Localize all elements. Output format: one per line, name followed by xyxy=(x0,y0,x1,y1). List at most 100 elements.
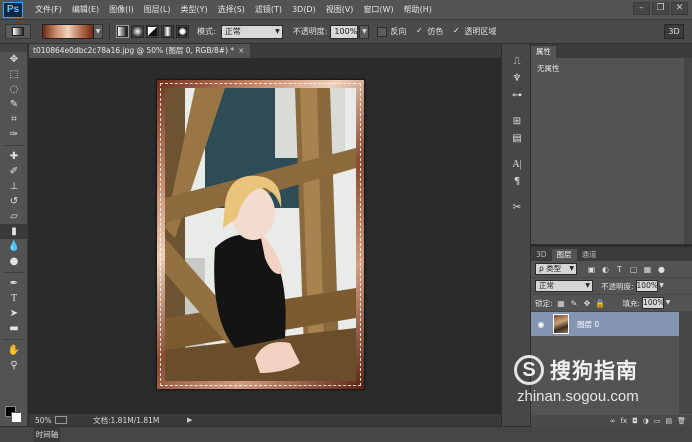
menu-select[interactable]: 选择(S) xyxy=(213,0,250,19)
layer-opacity-input[interactable]: 100% xyxy=(635,280,658,292)
layer-row[interactable]: ◉ 图层 0 xyxy=(531,312,679,336)
crop-tool-icon[interactable]: ⌗ xyxy=(0,112,28,127)
radial-gradient-button[interactable] xyxy=(131,25,144,38)
zoom-level[interactable]: 50% xyxy=(29,416,55,425)
document-status-icon[interactable] xyxy=(55,416,67,424)
type-tool-icon[interactable]: T xyxy=(0,291,28,306)
minimize-button[interactable]: – xyxy=(633,2,650,15)
timeline-tab[interactable]: 时间轴 xyxy=(34,427,60,442)
properties-scrollbar[interactable] xyxy=(684,58,692,244)
marquee-tool-icon[interactable]: ⬚ xyxy=(0,67,28,82)
clone-source-icon[interactable]: ⊞ xyxy=(502,113,532,130)
eyedropper-tool-icon[interactable]: ✑ xyxy=(0,127,28,142)
filter-toggle-icon[interactable]: ● xyxy=(657,265,666,274)
gradient-dropdown-arrow[interactable]: ▼ xyxy=(94,24,103,39)
fill-input[interactable]: 100% xyxy=(642,297,665,309)
menu-help[interactable]: 帮助(H) xyxy=(399,0,437,19)
history-panel-icon[interactable]: ⎍ xyxy=(502,53,532,70)
mode-select[interactable]: 正常 ▼ xyxy=(220,24,283,39)
panel-icon-strip: ⎍ ♆ ⊶ ⊞ ▤ A| ¶ ✂ xyxy=(501,44,531,426)
toolbox-grip[interactable] xyxy=(0,44,27,52)
clone-stamp-tool-icon[interactable]: ⊥ xyxy=(0,179,28,194)
close-button[interactable]: ✕ xyxy=(671,2,688,15)
character-panel-icon[interactable]: A| xyxy=(502,156,532,173)
filter-adjustment-icon[interactable]: ◐ xyxy=(601,265,610,274)
tools-settings-icon[interactable]: ✂ xyxy=(502,199,532,216)
opacity-input[interactable]: 100% xyxy=(330,24,359,39)
fill-arrow-icon[interactable]: ▼ xyxy=(664,297,672,309)
new-layer-icon[interactable]: ▤ xyxy=(665,417,672,425)
3d-mode-button[interactable]: 3D xyxy=(664,24,684,39)
dodge-tool-icon[interactable]: ● xyxy=(0,254,28,269)
menu-file[interactable]: 文件(F) xyxy=(30,0,67,19)
adjustment-layer-icon[interactable]: ◑ xyxy=(643,417,649,425)
brush-tool-icon[interactable]: ✐ xyxy=(0,164,28,179)
tool-preset-picker[interactable] xyxy=(5,24,31,39)
close-icon[interactable]: × xyxy=(238,46,244,55)
lock-all-icon[interactable]: 🔒 xyxy=(595,299,605,308)
shape-tool-icon[interactable]: ▬ xyxy=(0,321,28,336)
menu-type[interactable]: 类型(Y) xyxy=(175,0,212,19)
menu-3d[interactable]: 3D(D) xyxy=(287,0,321,19)
blend-mode-select[interactable]: 正常 ▼ xyxy=(535,280,593,292)
zoom-tool-icon[interactable]: ⚲ xyxy=(0,358,28,373)
layer-name[interactable]: 图层 0 xyxy=(577,319,599,330)
lock-image-icon[interactable]: ✎ xyxy=(570,299,579,308)
opacity-arrow-icon[interactable]: ▼ xyxy=(658,280,666,292)
eraser-tool-icon[interactable]: ▱ xyxy=(0,209,28,224)
menu-filter[interactable]: 滤镜(T) xyxy=(250,0,287,19)
canvas-area[interactable] xyxy=(29,58,501,413)
add-mask-icon[interactable]: ◘ xyxy=(632,417,638,425)
lock-transparent-icon[interactable]: ▦ xyxy=(557,299,566,308)
angle-gradient-button[interactable] xyxy=(146,25,159,38)
quick-select-tool-icon[interactable]: ✎ xyxy=(0,97,28,112)
menu-image[interactable]: 图像(I) xyxy=(104,0,139,19)
gradient-tool-icon[interactable]: ▮ xyxy=(0,224,28,239)
transparency-checkbox[interactable]: ✓ xyxy=(451,26,461,37)
document-tab[interactable]: t010864e0dbc2c78a16.jpg @ 50% (图层 0, RGB… xyxy=(29,44,251,58)
filter-pixel-icon[interactable]: ▣ xyxy=(587,265,596,274)
filter-shape-icon[interactable]: ▢ xyxy=(629,265,638,274)
status-menu-arrow-icon[interactable]: ▶ xyxy=(187,416,192,424)
tab-3d[interactable]: 3D xyxy=(531,249,552,261)
pen-tool-icon[interactable]: ✒ xyxy=(0,276,28,291)
layers-scrollbar[interactable] xyxy=(679,312,692,414)
move-tool-icon[interactable]: ✥ xyxy=(0,52,28,67)
hand-tool-icon[interactable]: ✋ xyxy=(0,343,28,358)
tab-channels[interactable]: 通道 xyxy=(577,249,602,261)
reflected-gradient-button[interactable] xyxy=(161,25,174,38)
diamond-gradient-button[interactable] xyxy=(176,25,189,38)
menu-view[interactable]: 视图(V) xyxy=(321,0,359,19)
dither-checkbox[interactable]: ✓ xyxy=(414,26,424,37)
lock-position-icon[interactable]: ✥ xyxy=(583,299,592,308)
adjustments-icon[interactable]: ⊶ xyxy=(502,87,532,104)
brush-presets-icon[interactable]: ♆ xyxy=(502,70,532,87)
new-group-icon[interactable]: ▭ xyxy=(654,417,661,425)
filter-smart-icon[interactable]: ▦ xyxy=(643,265,652,274)
blur-tool-icon[interactable]: 💧 xyxy=(0,239,28,254)
gradient-frame[interactable] xyxy=(156,79,365,390)
layer-style-icon[interactable]: fx xyxy=(621,417,628,425)
menu-window[interactable]: 窗口(W) xyxy=(358,0,398,19)
menu-edit[interactable]: 编辑(E) xyxy=(67,0,104,19)
tab-properties[interactable]: 属性 xyxy=(531,46,556,58)
link-layers-icon[interactable]: ∞ xyxy=(610,417,616,425)
history-brush-tool-icon[interactable]: ↺ xyxy=(0,194,28,209)
tab-layers[interactable]: 图层 xyxy=(551,249,577,261)
actions-icon[interactable]: ▤ xyxy=(502,130,532,147)
menu-layer[interactable]: 图层(L) xyxy=(139,0,176,19)
reverse-checkbox[interactable] xyxy=(377,26,388,37)
paragraph-panel-icon[interactable]: ¶ xyxy=(502,173,532,190)
path-selection-tool-icon[interactable]: ➤ xyxy=(0,306,28,321)
filter-type-icon[interactable]: T xyxy=(615,265,624,274)
layer-filter-select[interactable]: ρ 类型 ▼ xyxy=(535,263,577,275)
restore-button[interactable]: ❐ xyxy=(652,2,669,15)
lasso-tool-icon[interactable]: ◌ xyxy=(0,82,28,97)
delete-layer-icon[interactable]: 🗑 xyxy=(677,417,686,425)
eye-icon[interactable]: ◉ xyxy=(534,320,548,329)
background-color-swatch[interactable] xyxy=(11,412,22,423)
healing-brush-tool-icon[interactable]: ✚ xyxy=(0,149,28,164)
gradient-swatch[interactable] xyxy=(42,24,94,39)
opacity-dropdown-arrow[interactable]: ▼ xyxy=(359,24,370,39)
linear-gradient-button[interactable] xyxy=(116,25,129,38)
